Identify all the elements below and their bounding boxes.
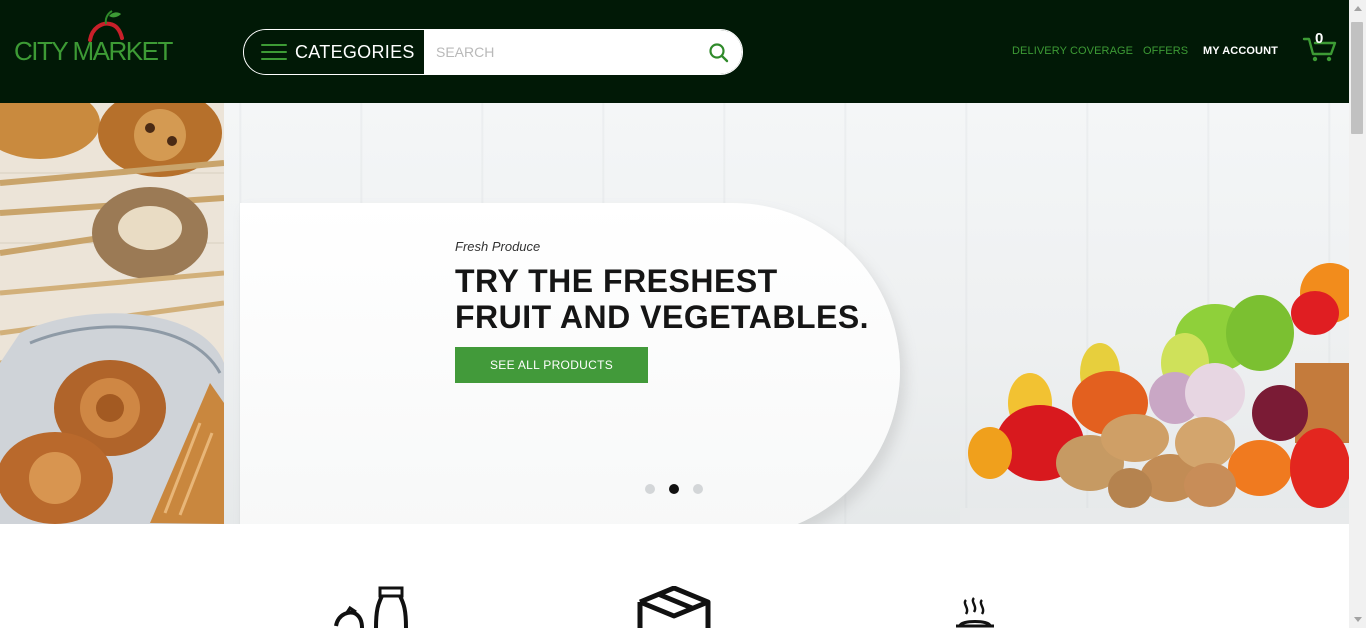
search-icon <box>709 43 729 63</box>
vegetables-image <box>960 263 1349 524</box>
search-button[interactable] <box>702 30 742 74</box>
search-bar: CATEGORIES <box>243 29 743 75</box>
site-header: CITY MARKET CATEGORIES DELIVERY COVERAGE… <box>0 0 1349 103</box>
nav-delivery-coverage[interactable]: DELIVERY COVERAGE <box>1012 45 1133 57</box>
hero-carousel: Fresh Produce TRY THE FRESHEST FRUIT AND… <box>0 103 1349 524</box>
scroll-down-arrow-icon[interactable] <box>1354 617 1362 622</box>
features-section <box>0 524 1349 628</box>
search-input[interactable] <box>424 30 702 74</box>
page: CITY MARKET CATEGORIES DELIVERY COVERAGE… <box>0 0 1349 628</box>
nav-offers[interactable]: OFFERS <box>1143 45 1188 57</box>
categories-label: CATEGORIES <box>295 42 415 62</box>
carousel-dot-1[interactable] <box>645 484 655 494</box>
nav-my-account[interactable]: MY ACCOUNT <box>1203 45 1278 57</box>
see-all-products-button[interactable]: SEE ALL PRODUCTS <box>455 347 648 383</box>
categories-button[interactable]: CATEGORIES <box>244 30 424 74</box>
scroll-up-arrow-icon[interactable] <box>1354 6 1362 11</box>
hero-headline: TRY THE FRESHEST FRUIT AND VEGETABLES. <box>455 263 870 335</box>
carousel-dot-3[interactable] <box>693 484 703 494</box>
city-market-logo[interactable]: CITY MARKET <box>14 10 173 66</box>
bread-image <box>0 103 224 524</box>
hero-eyebrow: Fresh Produce <box>455 239 541 254</box>
page-scrollbar[interactable] <box>1349 0 1366 628</box>
logo-text: CITY MARKET <box>14 36 173 66</box>
grocery-icon <box>334 586 408 628</box>
hamburger-icon <box>261 44 287 60</box>
carousel-dot-2[interactable] <box>669 484 679 494</box>
cart-count-badge: 0 <box>1315 30 1324 47</box>
bakery-illustration <box>0 103 224 524</box>
box-icon <box>637 586 711 628</box>
hot-food-icon <box>956 597 994 628</box>
scrollbar-thumb[interactable] <box>1351 22 1363 134</box>
